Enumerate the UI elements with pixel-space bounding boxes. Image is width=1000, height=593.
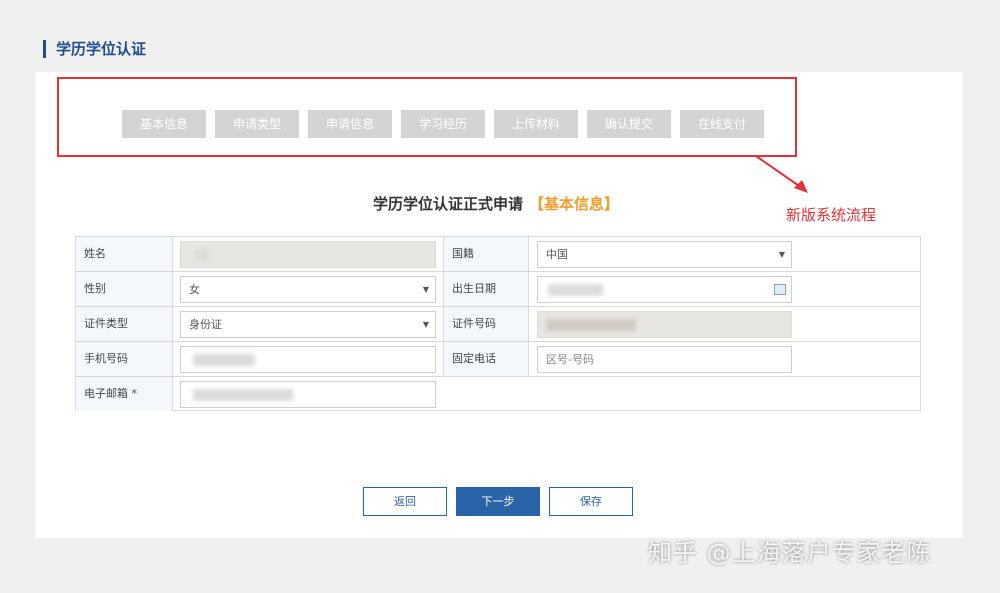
chevron-down-icon: ▼ xyxy=(422,320,429,329)
birth-date-field[interactable] xyxy=(537,276,792,303)
email-label: 电子邮箱 * xyxy=(76,377,173,411)
form-row-name: 姓名 国籍 中国 ▼ xyxy=(76,237,920,272)
gender-value: 女 xyxy=(189,283,200,296)
step-application-type[interactable]: 申请类型 xyxy=(215,110,299,138)
mobile-field[interactable] xyxy=(180,346,436,373)
name-label: 姓名 xyxy=(76,237,173,271)
form-heading-title: 学历学位认证正式申请 xyxy=(373,195,524,213)
landline-field[interactable]: 区号-号码 xyxy=(537,346,792,373)
annotation-text: 新版系统流程 xyxy=(786,206,877,224)
step-online-payment[interactable]: 在线支付 xyxy=(680,110,764,138)
save-button[interactable]: 保存 xyxy=(549,487,633,516)
step-application-info[interactable]: 申请信息 xyxy=(308,110,392,138)
mobile-label: 手机号码 xyxy=(76,342,173,376)
step-confirm-submit[interactable]: 确认提交 xyxy=(587,110,671,138)
chevron-down-icon: ▼ xyxy=(422,285,429,294)
form-heading-section: 【基本信息】 xyxy=(529,195,620,213)
form-row-phone: 手机号码 固定电话 区号-号码 xyxy=(76,342,920,377)
basic-info-form: 姓名 国籍 中国 ▼ 性别 女 ▼ 出生日期 证件类型 身份证 ▼ 证件号码 手… xyxy=(75,236,921,411)
back-button[interactable]: 返回 xyxy=(363,487,447,516)
form-row-email: 电子邮箱 * xyxy=(76,377,920,412)
form-heading: 学历学位认证正式申请 【基本信息】 xyxy=(373,193,619,214)
nationality-label: 国籍 xyxy=(443,237,529,271)
form-row-gender: 性别 女 ▼ 出生日期 xyxy=(76,272,920,307)
name-field[interactable] xyxy=(180,241,436,268)
id-number-field[interactable] xyxy=(537,311,792,338)
chevron-down-icon: ▼ xyxy=(778,250,785,259)
id-number-label: 证件号码 xyxy=(443,307,529,341)
annotation-arrow-icon xyxy=(755,155,808,193)
email-field[interactable] xyxy=(180,381,436,408)
next-step-button[interactable]: 下一步 xyxy=(456,487,540,516)
landline-label: 固定电话 xyxy=(443,342,529,376)
step-upload-materials[interactable]: 上传材料 xyxy=(494,110,578,138)
id-type-select[interactable]: 身份证 ▼ xyxy=(180,311,436,338)
gender-label: 性别 xyxy=(76,272,173,306)
birth-date-label: 出生日期 xyxy=(443,272,529,306)
landline-placeholder: 区号-号码 xyxy=(546,353,594,366)
id-type-value: 身份证 xyxy=(189,318,222,331)
calendar-icon[interactable] xyxy=(774,284,786,295)
nationality-value: 中国 xyxy=(546,248,568,261)
watermark: 知乎 @上海落户专家老陈 xyxy=(648,539,932,567)
form-row-id: 证件类型 身份证 ▼ 证件号码 xyxy=(76,307,920,342)
step-basic-info[interactable]: 基本信息 xyxy=(122,110,206,138)
nationality-select[interactable]: 中国 ▼ xyxy=(537,241,792,268)
page-title: 学历学位认证 xyxy=(43,40,146,58)
id-type-label: 证件类型 xyxy=(76,307,173,341)
step-study-history[interactable]: 学习经历 xyxy=(401,110,485,138)
gender-select[interactable]: 女 ▼ xyxy=(180,276,436,303)
